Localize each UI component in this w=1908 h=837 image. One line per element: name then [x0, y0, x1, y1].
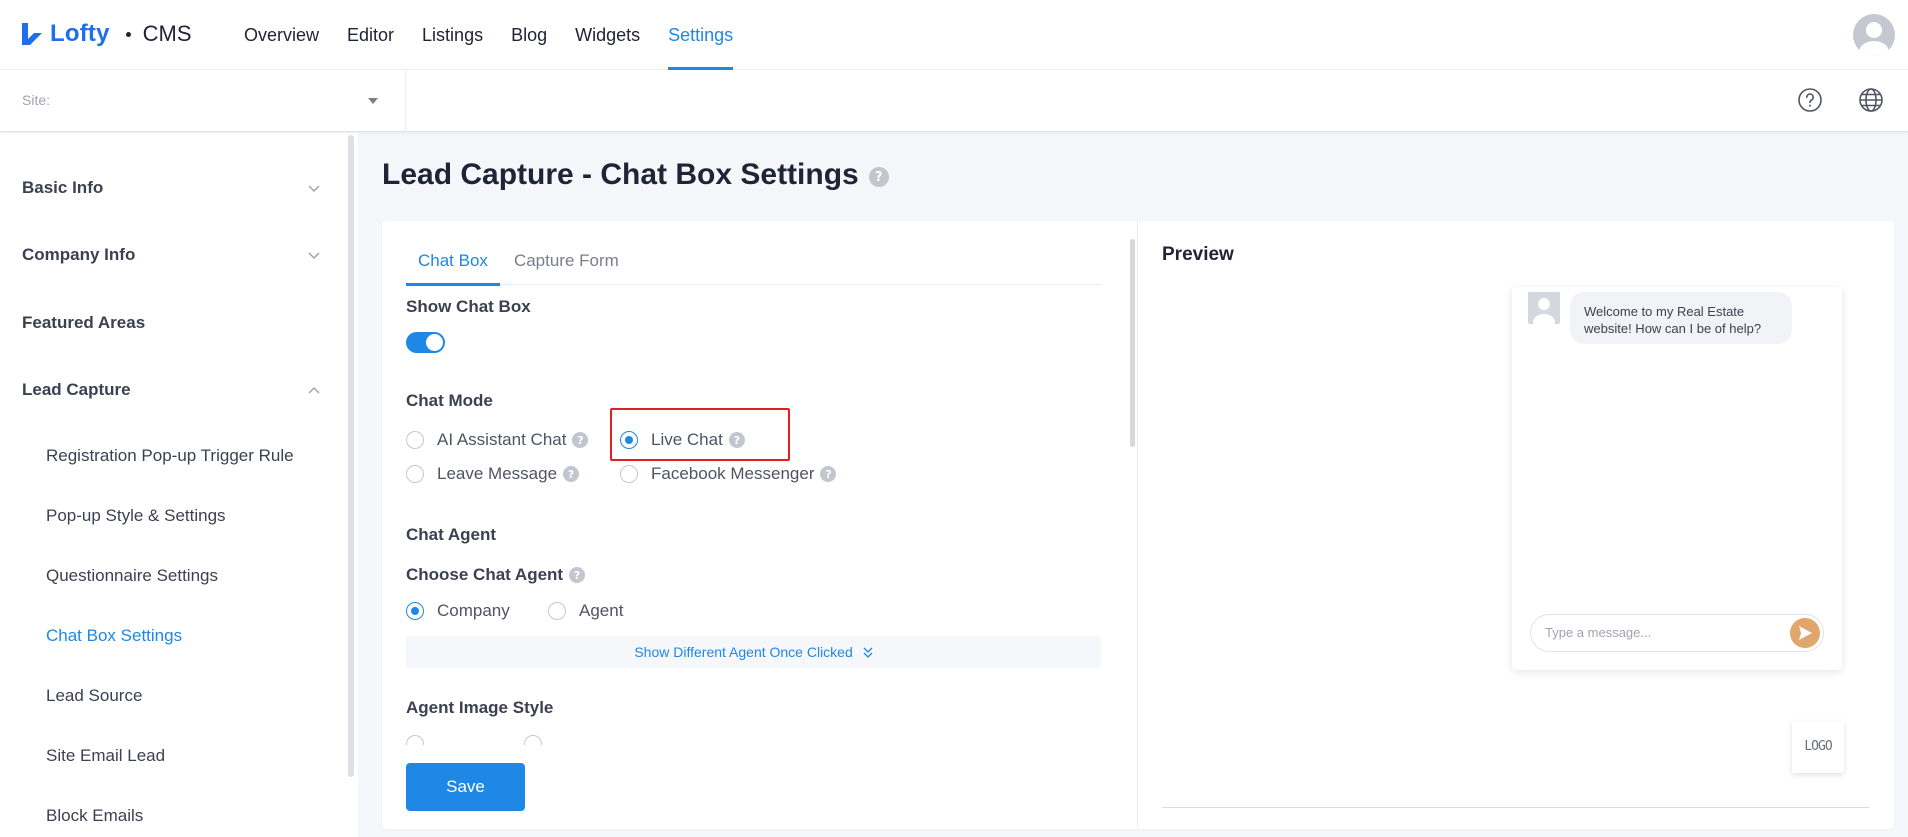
- agent-image-style-option[interactable]: [524, 735, 542, 745]
- double-chevron-down-icon: [863, 647, 873, 659]
- brand-name: Lofty: [50, 20, 110, 47]
- page-title-text: Lead Capture - Chat Box Settings: [382, 158, 859, 191]
- lofty-logo-icon: [22, 23, 42, 45]
- sidebar-group-featured-areas[interactable]: Featured Areas: [22, 313, 145, 333]
- chat-mode-facebook-messenger-label: Facebook Messenger: [651, 464, 815, 483]
- radio-button-selected[interactable]: [620, 431, 638, 449]
- user-avatar-icon: [1859, 22, 1889, 56]
- sidebar-scrollbar[interactable]: [348, 135, 354, 777]
- choose-chat-agent-label: Choose Chat Agent ?: [406, 565, 586, 585]
- chat-launcher-logo[interactable]: LOGO: [1792, 721, 1844, 773]
- message-input-placeholder: Type a message...: [1545, 625, 1652, 640]
- chat-mode-live-chat[interactable]: Live Chat ?: [620, 430, 745, 450]
- question-icon[interactable]: ?: [820, 466, 837, 482]
- agent-option-company[interactable]: Company: [406, 601, 510, 621]
- main-nav: Overview Editor Listings Blog Widgets Se…: [230, 0, 747, 70]
- show-chat-box-toggle[interactable]: [406, 332, 445, 353]
- preview-title: Preview: [1162, 244, 1234, 265]
- question-icon[interactable]: ?: [728, 432, 745, 448]
- chat-mode-facebook-messenger[interactable]: Facebook Messenger ?: [620, 464, 837, 484]
- settings-tabs: Chat Box Capture Form: [406, 243, 1101, 286]
- agent-option-company-label: Company: [437, 601, 510, 620]
- brand-separator: [125, 31, 131, 37]
- chat-agent-label: Chat Agent: [406, 525, 497, 544]
- radio-button[interactable]: [406, 465, 424, 483]
- chat-mode-live-chat-label: Live Chat: [651, 430, 723, 449]
- settings-card: Chat Box Capture Form Show Chat Box Chat…: [382, 221, 1894, 829]
- panel-divider: [1137, 221, 1138, 829]
- radio-button[interactable]: [620, 465, 638, 483]
- form-scrollbar[interactable]: [1130, 239, 1135, 447]
- send-icon: [1799, 626, 1812, 640]
- question-icon[interactable]: ?: [572, 432, 589, 448]
- agent-avatar: [1528, 292, 1560, 324]
- nav-editor[interactable]: Editor: [337, 0, 404, 70]
- question-icon[interactable]: ?: [868, 167, 889, 187]
- settings-sidebar: Basic Info Company Info Featured Areas L…: [0, 133, 358, 837]
- globe-icon[interactable]: [1857, 86, 1885, 114]
- sidebar-item-site-email-lead[interactable]: Site Email Lead: [46, 746, 165, 766]
- radio-button[interactable]: [406, 431, 424, 449]
- nav-overview[interactable]: Overview: [234, 0, 329, 70]
- nav-listings[interactable]: Listings: [412, 0, 493, 70]
- help-circle-icon[interactable]: [1797, 87, 1823, 113]
- site-toolbar: Site:: [0, 70, 1908, 132]
- chat-mode-ai-assistant[interactable]: AI Assistant Chat ?: [406, 430, 589, 450]
- chevron-up-icon[interactable]: [308, 386, 320, 394]
- save-button[interactable]: Save: [406, 763, 525, 811]
- message-input[interactable]: Type a message...: [1530, 614, 1824, 652]
- page-title: Lead Capture - Chat Box Settings ?: [382, 158, 889, 192]
- brand-logo[interactable]: Lofty CMS: [20, 18, 192, 50]
- sidebar-group-basic-info[interactable]: Basic Info: [22, 178, 103, 198]
- tab-capture-form[interactable]: Capture Form: [502, 243, 631, 285]
- nav-settings[interactable]: Settings: [658, 0, 743, 70]
- welcome-message: Welcome to my Real Estate website! How c…: [1570, 292, 1792, 344]
- agent-option-agent[interactable]: Agent: [548, 601, 623, 621]
- sidebar-item-lead-source[interactable]: Lead Source: [46, 686, 142, 706]
- show-different-agent-label: Show Different Agent Once Clicked: [634, 644, 853, 660]
- agent-image-style-label: Agent Image Style: [406, 698, 554, 717]
- nav-widgets[interactable]: Widgets: [565, 0, 650, 70]
- show-chat-box-label: Show Chat Box: [406, 297, 531, 316]
- site-select[interactable]: Site:: [0, 70, 406, 132]
- chat-mode-leave-message[interactable]: Leave Message ?: [406, 464, 580, 484]
- send-button[interactable]: [1790, 618, 1820, 648]
- radio-button-selected[interactable]: [406, 602, 424, 620]
- choose-chat-agent-text: Choose Chat Agent: [406, 565, 564, 584]
- agent-option-agent-label: Agent: [579, 601, 624, 620]
- sidebar-item-block-emails[interactable]: Block Emails: [46, 806, 143, 826]
- site-select-label: Site:: [22, 92, 51, 108]
- question-icon[interactable]: ?: [569, 567, 586, 583]
- user-avatar[interactable]: [1853, 14, 1895, 56]
- sidebar-item-questionnaire-settings[interactable]: Questionnaire Settings: [46, 566, 218, 586]
- nav-blog[interactable]: Blog: [501, 0, 557, 70]
- chat-mode-ai-assistant-label: AI Assistant Chat: [437, 430, 567, 449]
- chat-widget-preview: Welcome to my Real Estate website! How c…: [1512, 287, 1842, 670]
- sidebar-item-popup-style-settings[interactable]: Pop-up Style & Settings: [46, 506, 226, 526]
- show-different-agent-toggle[interactable]: Show Different Agent Once Clicked: [406, 636, 1101, 668]
- sidebar-group-company-info[interactable]: Company Info: [22, 245, 135, 265]
- sidebar-item-chat-box-settings[interactable]: Chat Box Settings: [46, 626, 182, 646]
- agent-image-style-option[interactable]: [406, 735, 424, 745]
- chat-mode-leave-message-label: Leave Message: [437, 464, 558, 483]
- tab-chat-box[interactable]: Chat Box: [406, 243, 500, 286]
- radio-button[interactable]: [548, 602, 566, 620]
- question-icon[interactable]: ?: [563, 466, 580, 482]
- preview-area: Welcome to my Real Estate website! How c…: [1162, 287, 1869, 808]
- top-navigation-bar: Lofty CMS Overview Editor Listings Blog …: [0, 0, 1908, 70]
- product-name: CMS: [142, 21, 192, 46]
- sidebar-group-lead-capture[interactable]: Lead Capture: [22, 380, 131, 400]
- chat-mode-label: Chat Mode: [406, 391, 493, 410]
- caret-down-icon: [368, 98, 378, 104]
- chevron-down-icon[interactable]: [308, 252, 320, 260]
- user-avatar-icon: [1533, 298, 1555, 324]
- chevron-down-icon[interactable]: [308, 185, 320, 193]
- sidebar-item-registration-popup-trigger-rule[interactable]: Registration Pop-up Trigger Rule: [46, 446, 294, 466]
